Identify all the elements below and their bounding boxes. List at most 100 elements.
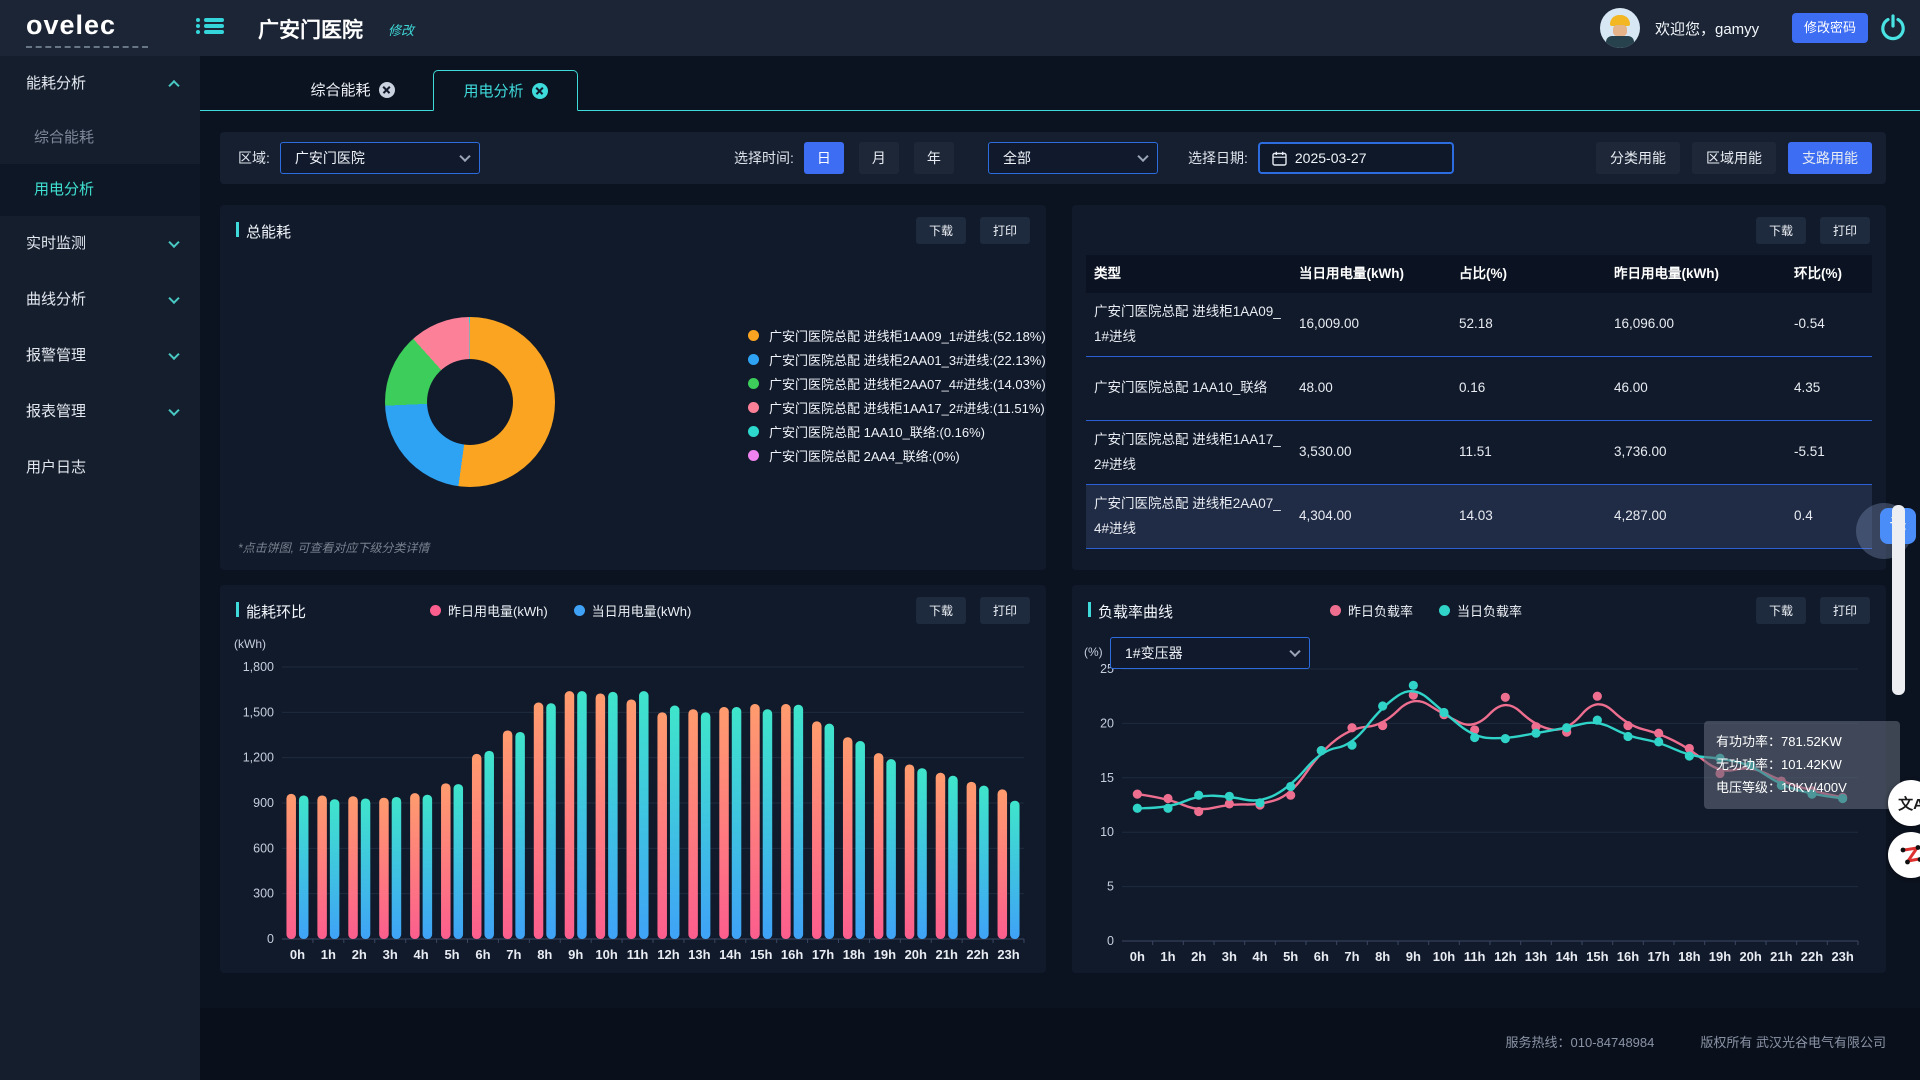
svg-text:18h: 18h: [1678, 949, 1700, 964]
category-select[interactable]: 全部: [988, 142, 1158, 174]
legend-item[interactable]: 当日负载率: [1439, 601, 1522, 620]
bar: [812, 721, 822, 939]
svg-text:7h: 7h: [1344, 949, 1359, 964]
bar: [546, 703, 556, 939]
bar: [794, 705, 804, 939]
sidebar-item-5[interactable]: 报警管理: [0, 328, 200, 384]
bar: [515, 732, 525, 939]
date-label: 选择日期:: [1188, 142, 1248, 174]
page-title: 广安门医院: [258, 14, 363, 44]
svg-text:6h: 6h: [475, 947, 490, 962]
area-select[interactable]: 广安门医院: [280, 142, 480, 174]
sidebar-item-4[interactable]: 曲线分析: [0, 272, 200, 328]
svg-text:21h: 21h: [1770, 949, 1792, 964]
table-row[interactable]: 广安门医院总配 进线柜1AA17_2#进线3,530.0011.513,736.…: [1086, 421, 1872, 485]
svg-text:10h: 10h: [1433, 949, 1455, 964]
scrollbar-thumb[interactable]: [1892, 505, 1905, 695]
avatar[interactable]: [1600, 8, 1640, 48]
svg-text:20: 20: [1100, 716, 1114, 730]
print-button[interactable]: 打印: [980, 217, 1030, 244]
bar: [732, 707, 742, 939]
bar: [392, 797, 402, 939]
download-button[interactable]: 下载: [916, 217, 966, 244]
svg-text:0h: 0h: [290, 947, 305, 962]
time-option-button[interactable]: 月: [859, 142, 899, 174]
time-option-button[interactable]: 日: [804, 142, 844, 174]
date-input[interactable]: 2025-03-27: [1258, 142, 1454, 174]
svg-text:5: 5: [1107, 880, 1114, 894]
bar: [750, 704, 760, 939]
logout-power-icon[interactable]: [1878, 13, 1908, 43]
translate-extension-icon[interactable]: 文A: [1888, 780, 1920, 826]
change-password-button[interactable]: 修改密码: [1792, 13, 1868, 43]
svg-text:0h: 0h: [1130, 949, 1145, 964]
svg-text:900: 900: [253, 796, 274, 810]
download-button[interactable]: 下载: [1756, 597, 1806, 624]
menu-toggle-icon[interactable]: [196, 16, 224, 40]
bar: [348, 796, 358, 939]
svg-text:4h: 4h: [1252, 949, 1267, 964]
copyright-text: 版权所有 武汉光谷电气有限公司: [1700, 1032, 1886, 1051]
table-row[interactable]: 广安门医院总配 1AA10_联络48.000.1646.004.35: [1086, 357, 1872, 421]
time-option-button[interactable]: 年: [914, 142, 954, 174]
svg-text:3h: 3h: [383, 947, 398, 962]
legend-item[interactable]: 昨日负载率: [1330, 601, 1413, 620]
svg-text:23h: 23h: [997, 947, 1019, 962]
print-button[interactable]: 打印: [1820, 597, 1870, 624]
legend-item[interactable]: 当日用电量(kWh): [574, 601, 692, 620]
bar: [825, 724, 835, 939]
usage-mode-button[interactable]: 区域用能: [1692, 142, 1776, 174]
print-button[interactable]: 打印: [980, 597, 1030, 624]
sidebar-item-6[interactable]: 报表管理: [0, 384, 200, 440]
sidebar-item-3[interactable]: 实时监测: [0, 216, 200, 272]
sidebar-item-0[interactable]: 能耗分析: [0, 56, 200, 112]
legend-item: 广安门医院总配 1AA10_联络:(0.16%): [748, 419, 1046, 443]
svg-text:19h: 19h: [1709, 949, 1731, 964]
download-button[interactable]: 下载: [1756, 217, 1806, 244]
sidebar-item-7[interactable]: 用户日志: [0, 440, 200, 496]
network-extension-icon[interactable]: [1888, 832, 1920, 878]
tab-bar: 综合能耗用电分析: [200, 56, 1920, 111]
svg-text:13h: 13h: [1525, 949, 1547, 964]
sidebar: 能耗分析综合能耗用电分析实时监测曲线分析报警管理报表管理用户日志: [0, 56, 200, 1080]
tab-close-icon[interactable]: [379, 82, 395, 98]
bar: [577, 691, 587, 939]
chart-tooltip: 有功功率：781.52KW无功功率：101.42KW电压等级：10KV/400V: [1704, 721, 1900, 809]
svg-text:13h: 13h: [688, 947, 710, 962]
usage-mode-button[interactable]: 支路用能: [1788, 142, 1872, 174]
edit-title-link[interactable]: 修改: [388, 20, 414, 39]
svg-text:23h: 23h: [1831, 949, 1853, 964]
y-axis-unit: (kWh): [234, 637, 266, 651]
bar: [843, 737, 853, 939]
usage-mode-button[interactable]: 分类用能: [1596, 142, 1680, 174]
bar: [979, 786, 989, 939]
tab-0[interactable]: 综合能耗: [280, 69, 425, 110]
svg-text:16h: 16h: [781, 947, 803, 962]
legend-item[interactable]: 昨日用电量(kWh): [430, 601, 548, 620]
tab-close-icon[interactable]: [532, 83, 548, 99]
legend-item: 广安门医院总配 进线柜2AA01_3#进线:(22.13%): [748, 347, 1046, 371]
legend-dot: [748, 426, 759, 437]
tab-1[interactable]: 用电分析: [433, 70, 578, 111]
area-label: 区域:: [238, 142, 270, 174]
chevron-down-icon: [168, 293, 179, 304]
table-row[interactable]: 广安门医院总配 进线柜1AA09_1#进线16,009.0052.1816,09…: [1086, 293, 1872, 357]
svg-text:1h: 1h: [1160, 949, 1175, 964]
sidebar-subitem-2[interactable]: 用电分析: [0, 164, 200, 216]
panel-title: 总能耗: [236, 221, 291, 242]
table-row[interactable]: 广安门医院总配 进线柜2AA07_4#进线4,304.0014.034,287.…: [1086, 485, 1872, 549]
transformer-select[interactable]: 1#变压器: [1110, 637, 1310, 669]
download-button[interactable]: 下载: [916, 597, 966, 624]
print-button[interactable]: 打印: [1820, 217, 1870, 244]
bar: [454, 784, 464, 939]
svg-text:20h: 20h: [905, 947, 927, 962]
energy-compare-panel: 能耗环比 昨日用电量(kWh)当日用电量(kWh) 下载 打印 (kWh) 03…: [220, 585, 1046, 973]
bar-legend: 昨日用电量(kWh) 当日用电量(kWh): [430, 601, 691, 620]
bar: [874, 753, 884, 939]
bar: [670, 706, 680, 939]
chevron-down-icon: [168, 405, 179, 416]
sidebar-subitem-1[interactable]: 综合能耗: [0, 112, 200, 164]
legend-dot: [748, 402, 759, 413]
bar: [627, 699, 637, 939]
legend-item: 广安门医院总配 进线柜1AA17_2#进线:(11.51%): [748, 395, 1046, 419]
